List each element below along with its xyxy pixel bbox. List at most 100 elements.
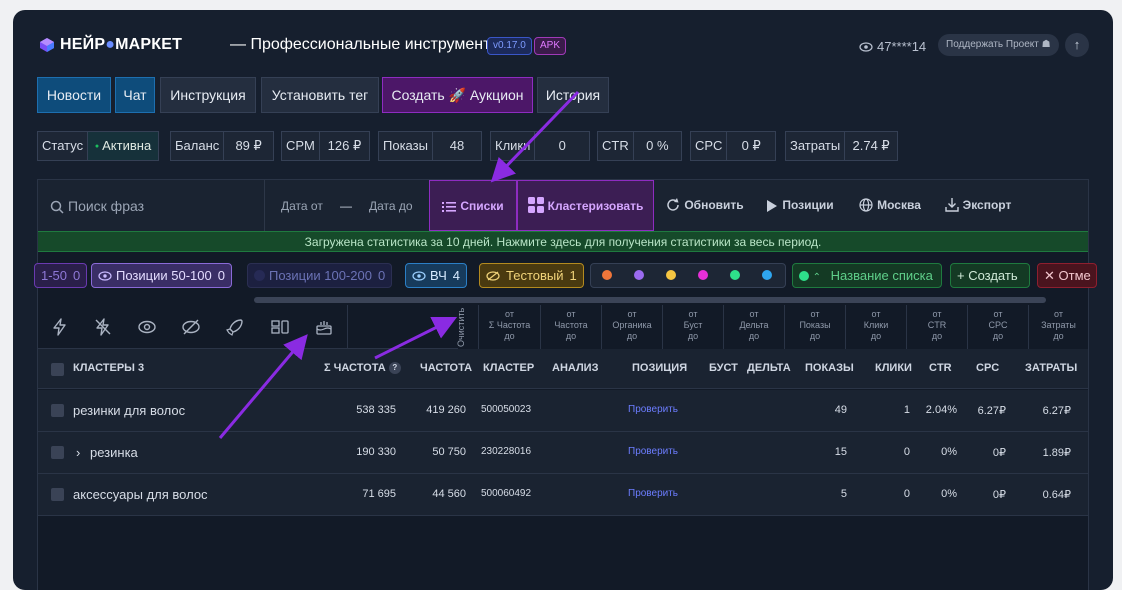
filter-cost[interactable]: от Затраты до xyxy=(1029,305,1088,349)
nav-create-auction[interactable]: Создать 🚀 Аукцион xyxy=(382,77,533,113)
lightning-icon[interactable] xyxy=(50,317,70,337)
color-yellow[interactable] xyxy=(666,270,676,280)
filter-col-label: Органика xyxy=(612,320,652,330)
col-ctr[interactable]: CTR xyxy=(929,362,952,374)
color-picker xyxy=(590,263,786,288)
col-clusters[interactable]: КЛАСТЕРЫ 3 xyxy=(73,362,144,374)
nav-history[interactable]: История xyxy=(537,77,609,113)
color-orange[interactable] xyxy=(602,270,612,280)
col-impressions[interactable]: ПОКАЗЫ xyxy=(805,362,854,374)
cluster-button[interactable]: Кластеризовать xyxy=(517,180,654,231)
help-icon[interactable]: ? xyxy=(388,362,401,374)
search-input[interactable]: Поиск фраз xyxy=(50,198,144,214)
ctr-cell: 2.04% xyxy=(925,404,957,416)
create-list-button[interactable]: + Создать xyxy=(950,263,1030,288)
stat-label: CPM xyxy=(286,138,315,153)
cake-icon[interactable] xyxy=(314,317,334,337)
lightning-off-icon[interactable] xyxy=(93,317,113,337)
list-name-input[interactable]: ⌃ Название списка xyxy=(792,263,942,288)
col-position[interactable]: ПОЗИЦИЯ xyxy=(632,362,687,374)
stats-notice-banner[interactable]: Загружена статистика за 10 дней. Нажмите… xyxy=(38,231,1088,252)
col-clicks[interactable]: КЛИКИ xyxy=(875,362,912,374)
apk-badge[interactable]: APK xyxy=(534,37,567,55)
stat-label: Баланс xyxy=(175,138,220,153)
nav-install-tag[interactable]: Установить тег xyxy=(261,77,379,113)
filter-col-label: Дельта xyxy=(739,320,769,330)
clicks-cell: 0 xyxy=(903,488,910,500)
date-from-input[interactable]: Дата от xyxy=(281,199,323,213)
col-label: Σ ЧАСТОТА xyxy=(324,362,386,374)
col-cpc[interactable]: CPC xyxy=(976,362,999,374)
lists-button[interactable]: Списки xyxy=(429,180,517,231)
expand-chevron-icon[interactable]: › xyxy=(76,445,80,460)
eye-icon xyxy=(98,271,112,281)
rocket-icon[interactable] xyxy=(225,317,245,337)
color-magenta[interactable] xyxy=(698,270,708,280)
filter-boost[interactable]: от Буст до xyxy=(663,305,723,349)
col-boost[interactable]: БУСТ xyxy=(709,362,738,374)
arrow-up-icon[interactable]: ↑ xyxy=(1065,33,1089,57)
clear-filters-button[interactable]: Очистить xyxy=(456,308,466,347)
table-row[interactable]: аксессуары для волос 71 695 44 560 50006… xyxy=(38,474,1088,516)
table-row[interactable]: резинки для волос 538 335 419 260 500050… xyxy=(38,390,1088,432)
cluster-id-cell: 500060492 xyxy=(481,488,532,499)
horizontal-scrollbar[interactable] xyxy=(254,297,1046,303)
cluster-name: резинка xyxy=(90,445,138,460)
eye-icon[interactable] xyxy=(137,317,157,337)
filter-organic[interactable]: от Органика до xyxy=(602,305,662,349)
support-project-button[interactable]: Поддержать Проект ☗ xyxy=(938,34,1059,56)
stat-value: 126 ₽ xyxy=(318,132,369,160)
region-button[interactable]: Москва xyxy=(855,180,925,231)
cancel-button[interactable]: ✕ Отме xyxy=(1037,263,1097,288)
filter-ctr[interactable]: от CTR до xyxy=(907,305,967,349)
chip-positions-100-200[interactable]: Позиции 100-200 0 xyxy=(247,263,393,288)
filter-freq[interactable]: от Частота до xyxy=(541,305,601,349)
chip-positions-1-50[interactable]: 1-50 0 xyxy=(34,263,88,288)
col-analysis[interactable]: АНАЛИЗ xyxy=(552,362,598,374)
select-all-checkbox[interactable] xyxy=(51,363,64,376)
color-blue[interactable] xyxy=(762,270,772,280)
chip-positions-50-100[interactable]: Позиции 50-100 0 xyxy=(91,263,232,288)
nav-instructions[interactable]: Инструкция xyxy=(160,77,256,113)
positions-button[interactable]: Позиции xyxy=(764,180,836,231)
stat-value: 0 xyxy=(534,132,589,160)
filter-sum-freq[interactable]: от Σ Частота до xyxy=(479,305,540,349)
eye-off-icon[interactable] xyxy=(181,317,201,337)
col-sum-freq[interactable]: Σ ЧАСТОТА ? xyxy=(324,362,401,374)
check-position-link[interactable]: Проверить xyxy=(628,488,678,499)
brand-prefix: НЕЙР xyxy=(60,36,106,53)
filter-delta[interactable]: от Дельта до xyxy=(724,305,784,349)
filter-impressions[interactable]: от Показы до xyxy=(785,305,845,349)
col-freq[interactable]: ЧАСТОТА xyxy=(420,362,472,374)
table-row[interactable]: › резинка 190 330 50 750 230228016 Прове… xyxy=(38,432,1088,474)
nav-news[interactable]: Новости xyxy=(37,77,111,113)
row-checkbox[interactable] xyxy=(51,404,64,417)
row-checkbox[interactable] xyxy=(51,488,64,501)
date-to-input[interactable]: Дата до xyxy=(369,199,413,213)
color-green[interactable] xyxy=(730,270,740,280)
cpc-cell: 0₽ xyxy=(992,489,1006,501)
layout-icon[interactable] xyxy=(270,317,290,337)
search-placeholder: Поиск фраз xyxy=(68,198,145,214)
col-cluster[interactable]: КЛАСТЕР xyxy=(483,362,534,374)
filter-to: до xyxy=(748,331,760,341)
globe-icon xyxy=(859,198,873,212)
check-position-link[interactable]: Проверить xyxy=(628,446,678,457)
color-purple[interactable] xyxy=(634,270,644,280)
filter-col-label: Клики xyxy=(863,320,889,330)
chip-test[interactable]: Тестовый 1 xyxy=(479,263,584,288)
export-button[interactable]: Экспорт xyxy=(942,180,1014,231)
filter-clicks[interactable]: от Клики до xyxy=(846,305,906,349)
col-cost[interactable]: ЗАТРАТЫ xyxy=(1025,362,1077,374)
check-position-link[interactable]: Проверить xyxy=(628,404,678,415)
cost-cell: 0.64₽ xyxy=(1042,489,1071,501)
filter-from: от xyxy=(871,309,881,319)
col-delta[interactable]: ДЕЛЬТА xyxy=(747,362,791,374)
nav-chat[interactable]: Чат xyxy=(115,77,155,113)
row-checkbox[interactable] xyxy=(51,446,64,459)
filter-col-label: Затраты xyxy=(1041,320,1076,330)
filter-cpc[interactable]: от CPC до xyxy=(968,305,1028,349)
refresh-button[interactable]: Обновить xyxy=(664,180,746,231)
brand-name[interactable]: НЕЙР●МАРКЕТ xyxy=(60,36,182,54)
chip-vch[interactable]: ВЧ 4 xyxy=(405,263,467,288)
